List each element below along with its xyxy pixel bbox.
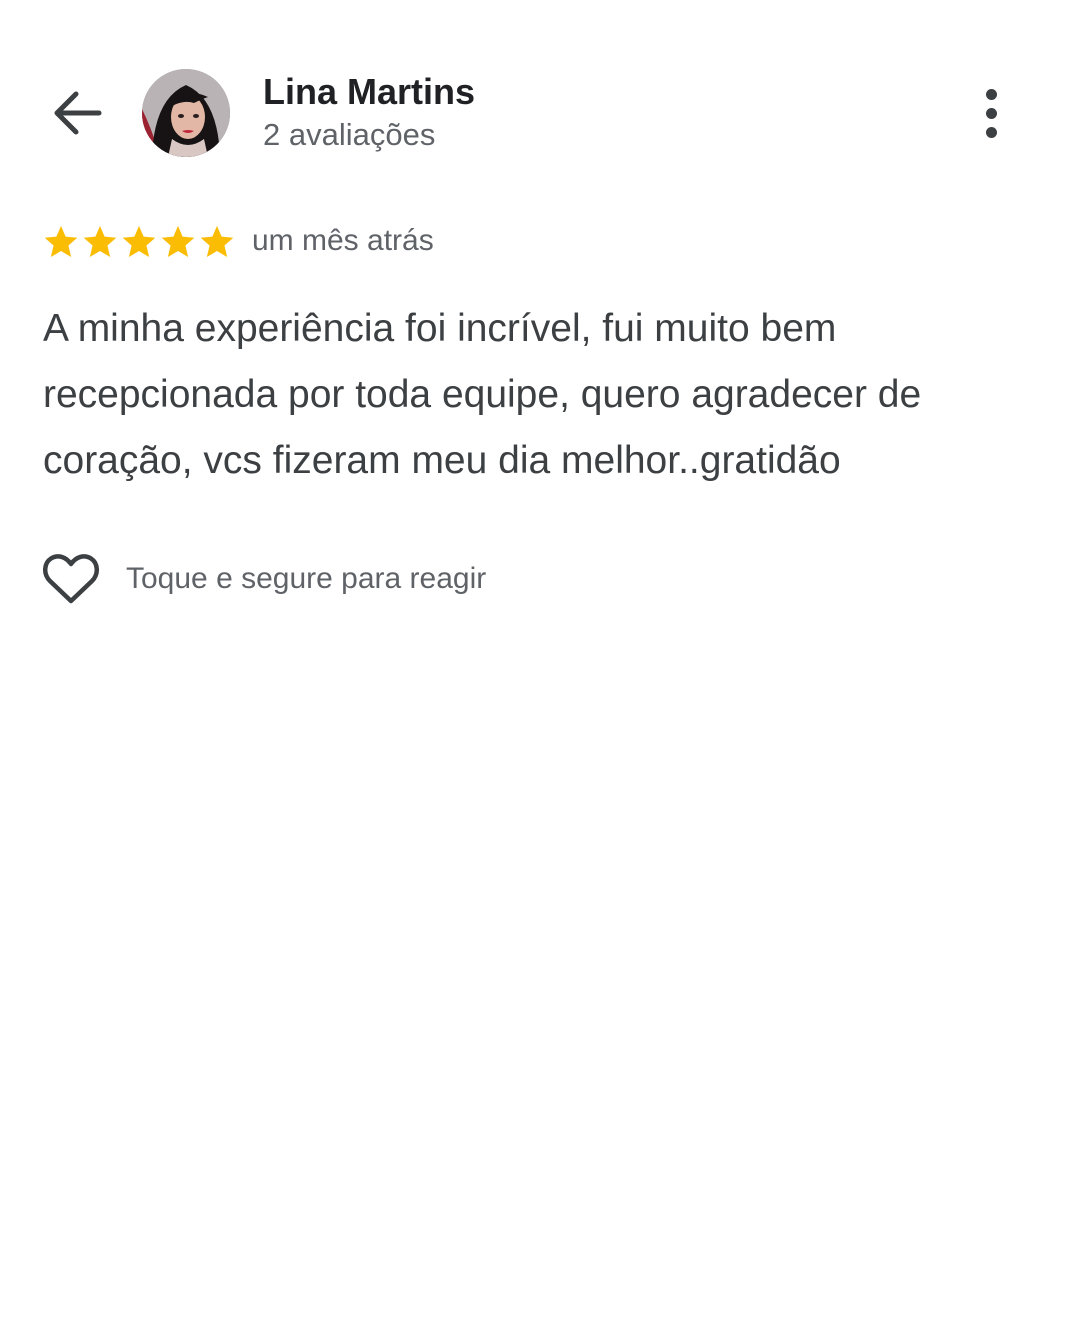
back-button[interactable] [46, 84, 108, 142]
star-icon [200, 225, 234, 258]
more-vert-icon-dot [985, 126, 997, 138]
react-button[interactable]: Toque e segure para reagir [40, 548, 486, 610]
more-vert-icon-dot [985, 107, 997, 119]
review-date: um mês atrás [252, 224, 434, 257]
reviewer-review-count: 2 avaliações [263, 117, 436, 152]
star-icon [122, 225, 156, 258]
star-icon [161, 225, 195, 258]
review-text: A minha experiência foi incrível, fui mu… [43, 307, 922, 482]
profile-photo [142, 69, 230, 157]
star-rating [42, 222, 236, 262]
star-icon [44, 225, 78, 258]
star-icon [83, 225, 117, 258]
review-detail-card: Lina Martins 2 avaliações um mês atrás A… [0, 0, 1068, 1331]
react-hint-label: Toque e segure para reagir [126, 562, 487, 595]
arrow-back-icon [54, 91, 102, 135]
reviewer-name[interactable]: Lina Martins [263, 70, 475, 114]
more-options-button[interactable] [966, 86, 1016, 140]
heart-outline-icon [40, 548, 102, 610]
more-vert-icon [985, 88, 997, 100]
avatar[interactable] [142, 69, 230, 157]
